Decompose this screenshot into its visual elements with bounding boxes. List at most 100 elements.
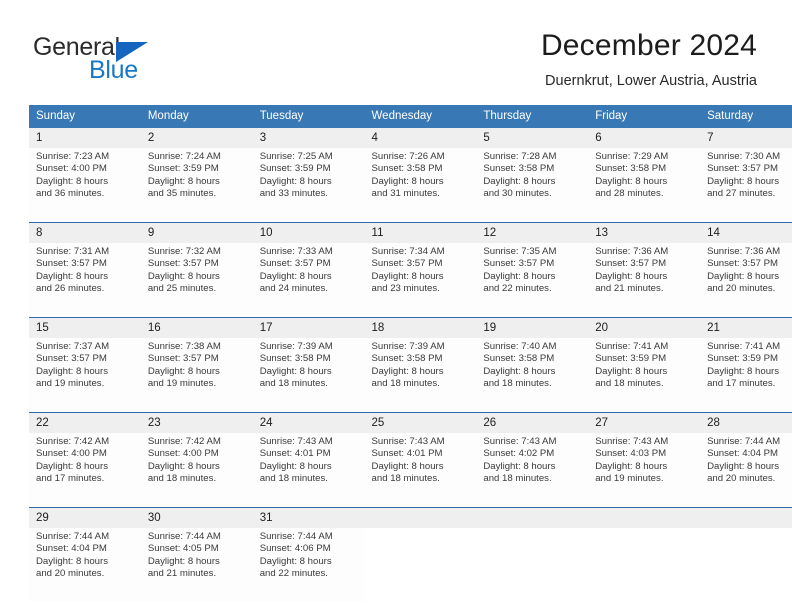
- sunset-text: Sunset: 4:02 PM: [483, 448, 555, 460]
- day-number[interactable]: 27: [588, 412, 701, 433]
- daylight-text-line2: and 18 minutes.: [147, 473, 217, 485]
- day-number[interactable]: 30: [140, 507, 253, 528]
- daylight-text-line2: and 22 minutes.: [259, 568, 328, 580]
- daylight-text-line2: and 20 minutes.: [707, 283, 776, 295]
- day-number[interactable]: 6: [588, 128, 701, 148]
- daylight-text-line2: and 19 minutes.: [36, 378, 105, 390]
- sunset-text: Sunset: 3:57 PM: [483, 258, 555, 270]
- day-cell[interactable]: Sunrise: 7:25 AM Sunset: 3:59 PM Dayligh…: [252, 148, 365, 223]
- day-number[interactable]: 23: [140, 412, 253, 433]
- day-cell[interactable]: Sunrise: 7:31 AM Sunset: 3:57 PM Dayligh…: [29, 243, 141, 318]
- day-cell[interactable]: Sunrise: 7:28 AM Sunset: 3:58 PM Dayligh…: [476, 148, 589, 223]
- day-number[interactable]: 14: [700, 222, 792, 243]
- day-cell[interactable]: Sunrise: 7:23 AM Sunset: 4:00 PM Dayligh…: [29, 148, 141, 223]
- day-number[interactable]: 25: [364, 412, 477, 433]
- daylight-text-line1: Daylight: 8 hours: [707, 270, 780, 282]
- day-cell-empty: [588, 528, 701, 602]
- day-cell[interactable]: Sunrise: 7:44 AM Sunset: 4:04 PM Dayligh…: [700, 433, 792, 508]
- day-number[interactable]: 2: [140, 128, 253, 148]
- week-info-row: Sunrise: 7:31 AM Sunset: 3:57 PM Dayligh…: [29, 243, 792, 318]
- daylight-text-line1: Daylight: 8 hours: [36, 270, 108, 282]
- sunrise-text: Sunrise: 7:42 AM: [36, 436, 110, 447]
- day-cell[interactable]: Sunrise: 7:38 AM Sunset: 3:57 PM Dayligh…: [140, 338, 253, 413]
- sunrise-text: Sunrise: 7:44 AM: [36, 531, 110, 542]
- day-cell[interactable]: Sunrise: 7:41 AM Sunset: 3:59 PM Dayligh…: [700, 338, 792, 413]
- day-number[interactable]: 29: [29, 507, 141, 528]
- day-number[interactable]: 15: [29, 317, 141, 338]
- day-cell[interactable]: Sunrise: 7:44 AM Sunset: 4:06 PM Dayligh…: [252, 528, 365, 602]
- day-number[interactable]: 24: [252, 412, 365, 433]
- sunset-text: Sunset: 3:58 PM: [483, 353, 555, 365]
- day-number[interactable]: 22: [29, 412, 141, 433]
- daylight-text-line1: Daylight: 8 hours: [371, 460, 444, 472]
- day-number[interactable]: 8: [29, 222, 141, 243]
- day-number[interactable]: 18: [364, 317, 477, 338]
- day-cell[interactable]: Sunrise: 7:42 AM Sunset: 4:00 PM Dayligh…: [140, 433, 253, 508]
- daylight-text-line2: and 18 minutes.: [483, 473, 552, 485]
- sunset-text: Sunset: 3:58 PM: [371, 353, 443, 365]
- day-cell[interactable]: Sunrise: 7:29 AM Sunset: 3:58 PM Dayligh…: [588, 148, 701, 223]
- day-cell[interactable]: Sunrise: 7:26 AM Sunset: 3:58 PM Dayligh…: [364, 148, 477, 223]
- sunrise-text: Sunrise: 7:28 AM: [483, 151, 557, 162]
- day-number[interactable]: 12: [476, 222, 589, 243]
- weekday-header-row: Sunday Monday Tuesday Wednesday Thursday…: [29, 105, 792, 128]
- day-number[interactable]: 5: [476, 128, 589, 148]
- sunset-text: Sunset: 4:00 PM: [147, 448, 219, 460]
- day-cell[interactable]: Sunrise: 7:40 AM Sunset: 3:58 PM Dayligh…: [476, 338, 589, 413]
- day-cell[interactable]: Sunrise: 7:44 AM Sunset: 4:04 PM Dayligh…: [29, 528, 141, 602]
- daylight-text-line1: Daylight: 8 hours: [147, 460, 220, 472]
- daylight-text-line2: and 18 minutes.: [483, 378, 552, 390]
- weekday-header-monday: Monday: [140, 105, 253, 128]
- week-daynum-row: 1 2 3 4 5 6 7: [29, 128, 792, 148]
- daylight-text-line2: and 21 minutes.: [147, 568, 217, 580]
- day-cell[interactable]: Sunrise: 7:39 AM Sunset: 3:58 PM Dayligh…: [252, 338, 365, 413]
- day-cell[interactable]: Sunrise: 7:44 AM Sunset: 4:05 PM Dayligh…: [140, 528, 253, 602]
- sunrise-text: Sunrise: 7:32 AM: [147, 246, 221, 257]
- day-number[interactable]: 1: [29, 128, 141, 148]
- day-number[interactable]: 9: [140, 222, 253, 243]
- daylight-text-line1: Daylight: 8 hours: [483, 365, 556, 377]
- day-number-empty: [364, 507, 477, 528]
- day-number[interactable]: 31: [252, 507, 365, 528]
- daylight-text-line2: and 17 minutes.: [707, 378, 776, 390]
- weekday-header-sunday: Sunday: [29, 105, 141, 128]
- day-cell[interactable]: Sunrise: 7:43 AM Sunset: 4:02 PM Dayligh…: [476, 433, 589, 508]
- day-number[interactable]: 20: [588, 317, 701, 338]
- general-blue-logo[interactable]: General Blue: [33, 33, 203, 85]
- week-info-row: Sunrise: 7:44 AM Sunset: 4:04 PM Dayligh…: [29, 528, 792, 602]
- sunset-text: Sunset: 3:57 PM: [707, 258, 778, 270]
- week-daynum-row: 15 16 17 18 19 20 21: [29, 317, 792, 338]
- day-cell[interactable]: Sunrise: 7:41 AM Sunset: 3:59 PM Dayligh…: [588, 338, 701, 413]
- day-cell[interactable]: Sunrise: 7:35 AM Sunset: 3:57 PM Dayligh…: [476, 243, 589, 318]
- daylight-text-line2: and 22 minutes.: [483, 283, 552, 295]
- day-cell[interactable]: Sunrise: 7:33 AM Sunset: 3:57 PM Dayligh…: [252, 243, 365, 318]
- day-cell[interactable]: Sunrise: 7:36 AM Sunset: 3:57 PM Dayligh…: [700, 243, 792, 318]
- day-cell[interactable]: Sunrise: 7:42 AM Sunset: 4:00 PM Dayligh…: [29, 433, 141, 508]
- day-cell[interactable]: Sunrise: 7:34 AM Sunset: 3:57 PM Dayligh…: [364, 243, 477, 318]
- day-number[interactable]: 4: [364, 128, 477, 148]
- day-cell[interactable]: Sunrise: 7:24 AM Sunset: 3:59 PM Dayligh…: [140, 148, 253, 223]
- day-cell[interactable]: Sunrise: 7:43 AM Sunset: 4:01 PM Dayligh…: [252, 433, 365, 508]
- day-cell[interactable]: Sunrise: 7:43 AM Sunset: 4:01 PM Dayligh…: [364, 433, 477, 508]
- day-number[interactable]: 19: [476, 317, 589, 338]
- day-cell[interactable]: Sunrise: 7:32 AM Sunset: 3:57 PM Dayligh…: [140, 243, 253, 318]
- day-number[interactable]: 11: [364, 222, 477, 243]
- day-cell[interactable]: Sunrise: 7:36 AM Sunset: 3:57 PM Dayligh…: [588, 243, 701, 318]
- day-number[interactable]: 7: [700, 128, 792, 148]
- day-number[interactable]: 13: [588, 222, 701, 243]
- sunset-text: Sunset: 4:04 PM: [707, 448, 778, 460]
- day-cell[interactable]: Sunrise: 7:30 AM Sunset: 3:57 PM Dayligh…: [700, 148, 792, 223]
- day-cell[interactable]: Sunrise: 7:37 AM Sunset: 3:57 PM Dayligh…: [29, 338, 141, 413]
- day-number[interactable]: 17: [252, 317, 365, 338]
- sunrise-text: Sunrise: 7:36 AM: [595, 246, 669, 257]
- day-cell[interactable]: Sunrise: 7:39 AM Sunset: 3:58 PM Dayligh…: [364, 338, 477, 413]
- day-cell[interactable]: Sunrise: 7:43 AM Sunset: 4:03 PM Dayligh…: [588, 433, 701, 508]
- day-number[interactable]: 16: [140, 317, 253, 338]
- day-number[interactable]: 21: [700, 317, 792, 338]
- daylight-text-line1: Daylight: 8 hours: [483, 270, 556, 282]
- day-number[interactable]: 26: [476, 412, 589, 433]
- day-number[interactable]: 28: [700, 412, 792, 433]
- week-info-row: Sunrise: 7:37 AM Sunset: 3:57 PM Dayligh…: [29, 338, 792, 413]
- day-number[interactable]: 3: [252, 128, 365, 148]
- day-number[interactable]: 10: [252, 222, 365, 243]
